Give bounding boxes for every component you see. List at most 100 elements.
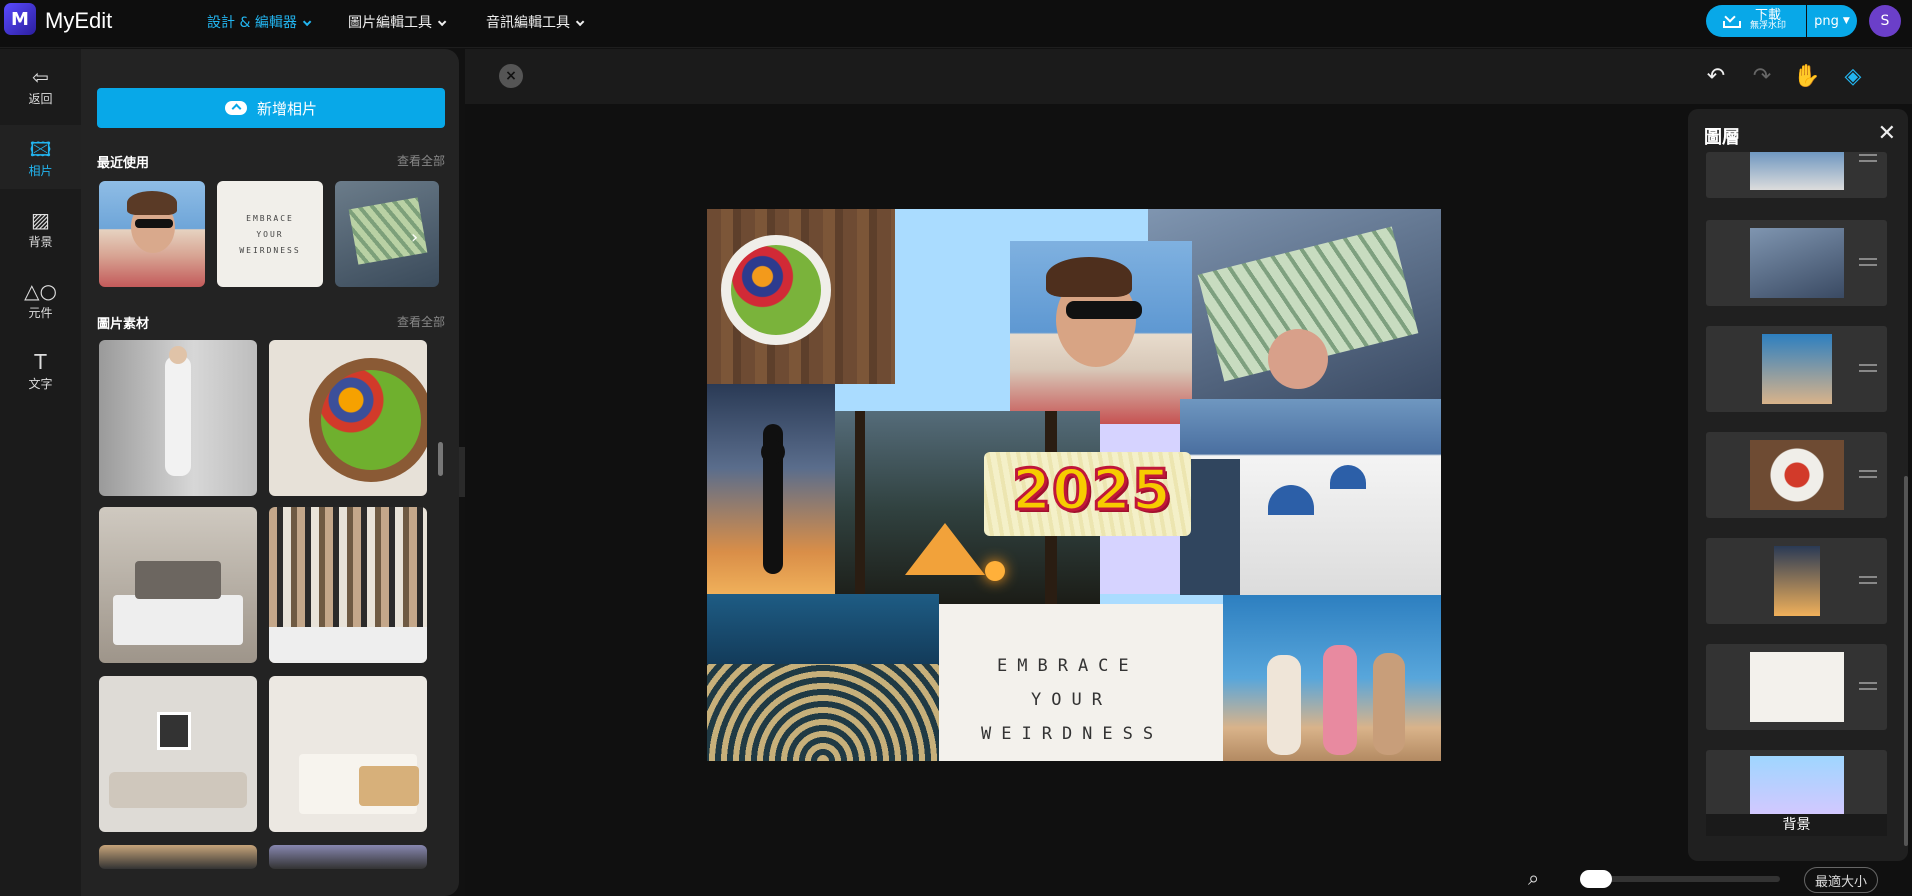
download-sublabel: 無浮水印: [1750, 21, 1787, 31]
collage-santorini-photo[interactable]: [1180, 399, 1441, 595]
text-icon: T: [34, 349, 47, 374]
hand-pan-icon[interactable]: ✋: [1792, 61, 1822, 91]
drag-handle-icon[interactable]: [1859, 258, 1877, 266]
stock-photo[interactable]: [99, 340, 257, 496]
close-icon[interactable]: ×: [499, 64, 523, 88]
embrace-line-2: YOUR: [1031, 690, 1112, 710]
fit-size-button[interactable]: 最適大小: [1804, 867, 1878, 893]
layer-thumbnail: [1774, 546, 1820, 616]
download-text: 下載 無浮水印: [1750, 9, 1787, 32]
collage-friends-photo[interactable]: [1223, 595, 1441, 761]
layer-item[interactable]: [1706, 220, 1887, 306]
layer-item[interactable]: [1706, 326, 1887, 412]
collage-coral-photo[interactable]: [707, 594, 939, 761]
drag-handle-icon[interactable]: [1859, 364, 1877, 372]
rail-item-text[interactable]: T 文字: [0, 338, 81, 402]
collage-yoga-photo[interactable]: [707, 384, 835, 594]
drag-handle-icon[interactable]: [1859, 682, 1877, 690]
image-icon: 🖾: [29, 136, 52, 161]
background-icon: ▨: [31, 207, 50, 232]
rail-item-label: 返回: [28, 91, 53, 106]
layer-thumbnail: [1750, 756, 1844, 814]
stock-title: 圖片素材: [97, 317, 150, 332]
layers-scrollbar[interactable]: [1904, 476, 1908, 846]
rail-item-label: 元件: [28, 305, 53, 320]
stock-photo[interactable]: [269, 845, 427, 869]
zoom-slider-handle[interactable]: [1580, 870, 1612, 888]
stock-photo[interactable]: [269, 676, 427, 832]
drag-handle-icon[interactable]: [1859, 470, 1877, 478]
layers-panel: 圖層 ✕ 背景: [1688, 109, 1908, 861]
nav-image-tools-label: 圖片編輯工具: [348, 15, 432, 31]
left-rail: ⇦ 返回 🖾 相片 ▨ 背景 △○ 元件 T 文字: [0, 49, 81, 896]
panel-scrollbar[interactable]: [438, 442, 443, 476]
drag-handle-icon[interactable]: [1859, 576, 1877, 584]
zoom-search-icon[interactable]: ⌕: [1528, 866, 1539, 890]
background-layer-label: 背景: [1706, 814, 1887, 836]
redo-icon[interactable]: ↷: [1747, 61, 1777, 91]
rail-item-photos[interactable]: 🖾 相片: [0, 125, 81, 189]
recent-title: 最近使用: [97, 156, 150, 171]
nav-design-editor[interactable]: 設計 & 編輯器: [207, 12, 312, 32]
add-photo-button[interactable]: 新增相片: [97, 88, 445, 128]
nav-image-tools[interactable]: 圖片編輯工具: [348, 12, 447, 32]
canvas-toolbar: [465, 49, 1912, 104]
layer-thumbnail: [1750, 652, 1844, 722]
collage-woman-photo[interactable]: [1010, 241, 1192, 424]
layer-thumbnail: [1750, 440, 1844, 510]
myedit-logo-icon[interactable]: M: [4, 3, 36, 35]
recent-photo[interactable]: [99, 181, 205, 287]
layer-item-background[interactable]: 背景: [1706, 750, 1887, 836]
top-bar: M MyEdit 設計 & 編輯器 圖片編輯工具 音訊編輯工具 下載 無浮水印 …: [0, 0, 1912, 48]
layer-item[interactable]: [1706, 432, 1887, 518]
drag-handle-icon[interactable]: [1859, 154, 1877, 162]
collage-fruit-bowl-photo[interactable]: [707, 209, 895, 384]
collage-year-text: 2025: [1011, 457, 1173, 525]
layer-thumbnail: [1762, 334, 1832, 404]
chevron-down-icon: [302, 17, 312, 27]
back-arrow-icon: ⇦: [32, 64, 49, 89]
format-select[interactable]: png ▼: [1807, 5, 1857, 37]
embrace-line-1: EMBRACE: [997, 656, 1139, 676]
recent-view-all-link[interactable]: 查看全部: [397, 152, 445, 169]
stock-photo[interactable]: [99, 845, 257, 869]
layer-thumbnail: [1750, 152, 1844, 190]
layer-thumbnail: [1750, 228, 1844, 298]
layers-icon[interactable]: ◈: [1838, 61, 1868, 91]
layer-item[interactable]: [1706, 538, 1887, 624]
layers-title: 圖層: [1704, 127, 1740, 148]
stock-photo[interactable]: [269, 340, 427, 496]
layer-item[interactable]: [1706, 152, 1887, 198]
rail-item-label: 文字: [28, 376, 53, 391]
chevron-down-icon: [437, 17, 447, 27]
rail-item-background[interactable]: ▨ 背景: [0, 196, 81, 260]
embrace-line-3: WEIRDNESS: [981, 724, 1164, 744]
shapes-icon: △○: [24, 278, 57, 303]
download-button[interactable]: 下載 無浮水印: [1706, 5, 1806, 37]
chevron-right-icon[interactable]: ›: [411, 227, 418, 248]
rail-item-label: 相片: [28, 163, 53, 178]
stock-photo[interactable]: [269, 507, 427, 663]
cloud-upload-icon: [224, 101, 247, 115]
chevron-down-icon: [575, 17, 585, 27]
brand-name[interactable]: MyEdit: [45, 8, 112, 34]
add-photo-label: 新增相片: [256, 99, 317, 118]
nav-audio-tools[interactable]: 音訊編輯工具: [486, 12, 585, 32]
download-icon: [1722, 13, 1741, 29]
collage-embrace-photo[interactable]: EMBRACE YOUR WEIRDNESS: [939, 604, 1223, 761]
stock-view-all-link[interactable]: 查看全部: [397, 313, 445, 330]
recent-photo[interactable]: EMBRACE YOUR WEIRDNESS: [217, 181, 323, 287]
collage-2025-sticker[interactable]: 2025: [984, 452, 1191, 536]
stock-photo[interactable]: [99, 507, 257, 663]
format-value: png: [1814, 13, 1839, 29]
rail-item-back[interactable]: ⇦ 返回: [0, 53, 81, 117]
stock-photo[interactable]: [99, 676, 257, 832]
rail-item-elements[interactable]: △○ 元件: [0, 267, 81, 331]
recent-photo[interactable]: [335, 181, 439, 287]
user-avatar[interactable]: S: [1869, 5, 1901, 37]
layer-item[interactable]: [1706, 644, 1887, 730]
caret-down-icon: ▼: [1842, 16, 1850, 26]
undo-icon[interactable]: ↶: [1701, 61, 1731, 91]
collage-canvas[interactable]: 2025 EMBRACE YOUR WEIRDNESS: [707, 209, 1441, 761]
close-icon[interactable]: ✕: [1878, 121, 1896, 146]
